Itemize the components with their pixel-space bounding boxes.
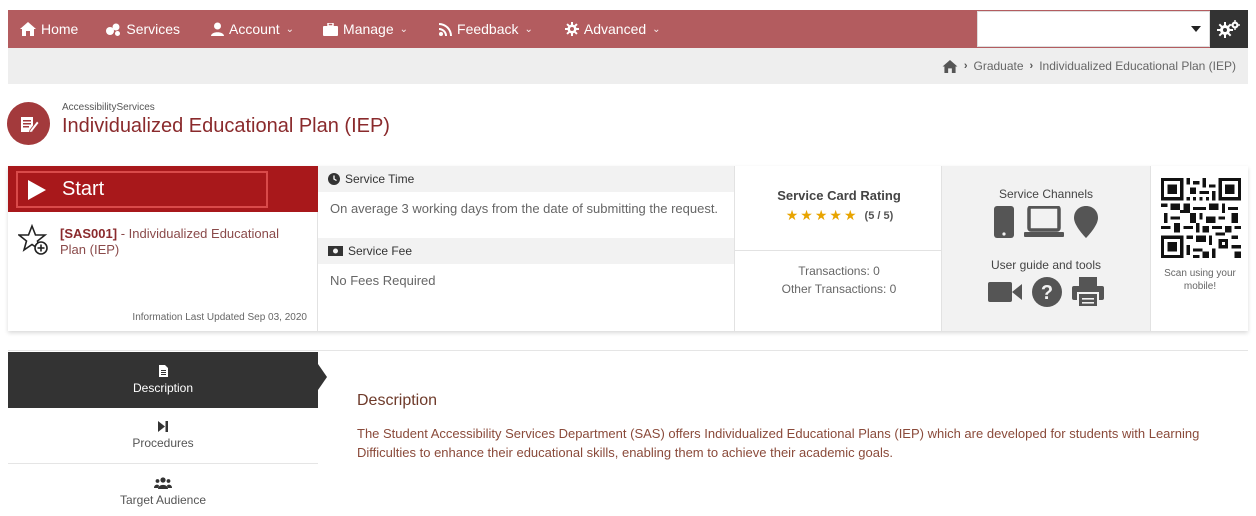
- star-icon: ★: [800, 207, 813, 223]
- service-time-header: Service Time: [318, 166, 734, 192]
- channels-column: Service Channels User guide and tools ?: [942, 166, 1150, 331]
- chevron-down-icon: ⌄: [285, 23, 295, 35]
- qr-column: Scan using your mobile!: [1150, 166, 1248, 331]
- chevron-right-icon: ›: [1029, 60, 1034, 72]
- service-time-value: On average 3 working days from the date …: [330, 201, 719, 216]
- star-add-icon: [18, 224, 48, 255]
- tab-target-audience[interactable]: Target Audience: [8, 464, 318, 516]
- other-transactions-count: Other Transactions: 0: [781, 282, 897, 296]
- channels-icons: [942, 206, 1150, 238]
- service-logo: [7, 102, 50, 145]
- cogs-icon: [1217, 20, 1240, 38]
- nav-feedback-label: Feedback: [457, 21, 519, 37]
- divider: [735, 250, 943, 251]
- tab-description-label: Description: [132, 381, 194, 395]
- star-icon: ★: [785, 207, 799, 223]
- svg-text:?: ?: [1041, 282, 1053, 304]
- nav-advanced[interactable]: Advanced ⌄: [564, 10, 661, 48]
- chevron-down-icon: ⌄: [524, 23, 533, 35]
- nav-home[interactable]: Home: [20, 10, 78, 48]
- search-select[interactable]: [977, 11, 1210, 47]
- department-name: AccessibilityServices: [62, 102, 155, 113]
- chevron-right-icon: ›: [963, 60, 968, 72]
- rating-score: (5 / 5): [864, 209, 894, 222]
- settings-button[interactable]: [1210, 10, 1248, 48]
- service-card: Start [SAS001] - Individualized Educatio…: [8, 166, 1248, 331]
- service-code: [SAS001]: [60, 226, 118, 241]
- tab-target-audience-label: Target Audience: [119, 492, 207, 507]
- rating-column: Service Card Rating ★ ★ ★ ★ ★ (5 / 5) Tr…: [734, 166, 943, 331]
- nav-manage[interactable]: Manage ⌄: [323, 10, 408, 48]
- laptop-icon[interactable]: [1024, 206, 1064, 238]
- help-icon[interactable]: ?: [1032, 277, 1062, 307]
- star-icon: ★: [814, 207, 828, 223]
- time-fee-column: Service Time On average 3 working days f…: [318, 166, 734, 331]
- qr-caption: Scan using your mobile!: [1164, 268, 1236, 292]
- file-icon: [158, 365, 168, 377]
- play-icon: [28, 179, 46, 200]
- tools-icons: ?: [942, 277, 1150, 307]
- rating-title: Service Card Rating: [777, 188, 901, 203]
- tab-procedures[interactable]: Procedures: [8, 408, 318, 464]
- description-title: Description: [357, 392, 438, 409]
- tools-title: User guide and tools: [990, 258, 1102, 272]
- divider: [8, 350, 1248, 351]
- breadcrumb-item[interactable]: Graduate: [974, 59, 1024, 73]
- rating-stars: ★ ★ ★ ★ ★ (5 / 5): [735, 207, 943, 224]
- nav-account-label: Account: [229, 21, 280, 37]
- edit-document-icon: [20, 116, 40, 133]
- start-label: Start: [62, 178, 105, 200]
- caret-down-icon: [1191, 26, 1201, 32]
- description-body: The Student Accessibility Services Depar…: [357, 426, 1200, 460]
- service-time-label: Service Time: [345, 172, 415, 186]
- breadcrumb: › Graduate › Individualized Educational …: [8, 48, 1248, 84]
- location-pin-icon[interactable]: [1074, 206, 1098, 238]
- start-button[interactable]: Start: [16, 171, 268, 208]
- briefcase-icon: [323, 22, 339, 36]
- cog-icon: [564, 22, 579, 36]
- last-updated: Information Last Updated Sep 03, 2020: [132, 312, 307, 323]
- home-icon[interactable]: [942, 59, 958, 73]
- star-icon: ★: [829, 207, 842, 223]
- page-title: Individualized Educational Plan (IEP): [62, 115, 390, 137]
- rss-icon: [439, 22, 453, 36]
- transactions-count: Transactions: 0: [798, 264, 880, 278]
- star-icon: ★: [843, 207, 857, 223]
- service-fee-label: Service Fee: [348, 244, 413, 258]
- nav-services[interactable]: Services: [105, 10, 180, 48]
- users-icon: [154, 476, 172, 489]
- qr-code: [1161, 178, 1241, 258]
- services-icon: [106, 23, 121, 36]
- tab-procedures-label: Procedures: [132, 436, 194, 450]
- print-icon[interactable]: [1072, 277, 1104, 307]
- breadcrumb-item-current: Individualized Educational Plan (IEP): [1039, 59, 1236, 73]
- home-icon: [20, 22, 36, 36]
- chevron-down-icon: ⌄: [652, 23, 661, 35]
- channels-title: Service Channels: [998, 187, 1094, 201]
- money-icon: [328, 246, 343, 256]
- start-bar: Start: [8, 166, 318, 212]
- nav-manage-label: Manage: [343, 21, 394, 37]
- nav-services-label: Services: [126, 21, 181, 37]
- top-navbar: Home Services Account ⌄ Manage ⌄ Feedbac…: [8, 10, 1248, 48]
- chevron-down-icon: ⌄: [399, 23, 409, 35]
- nav-account[interactable]: Account ⌄: [211, 10, 294, 48]
- video-icon[interactable]: [988, 280, 1022, 304]
- start-column: Start [SAS001] - Individualized Educatio…: [8, 166, 318, 331]
- tab-description[interactable]: Description: [8, 352, 318, 408]
- step-forward-icon: [158, 421, 168, 432]
- nav-advanced-label: Advanced: [583, 21, 647, 37]
- active-tab-pointer: [318, 364, 327, 390]
- service-fee-value: No Fees Required: [330, 273, 436, 288]
- mobile-icon[interactable]: [994, 206, 1014, 238]
- nav-feedback[interactable]: Feedback ⌄: [439, 10, 533, 48]
- service-fee-header: Service Fee: [318, 238, 734, 264]
- nav-home-label: Home: [41, 21, 79, 37]
- service-code-text[interactable]: [SAS001] - Individualized Educational Pl…: [60, 226, 300, 258]
- clock-icon: [328, 173, 340, 185]
- user-icon: [211, 22, 225, 36]
